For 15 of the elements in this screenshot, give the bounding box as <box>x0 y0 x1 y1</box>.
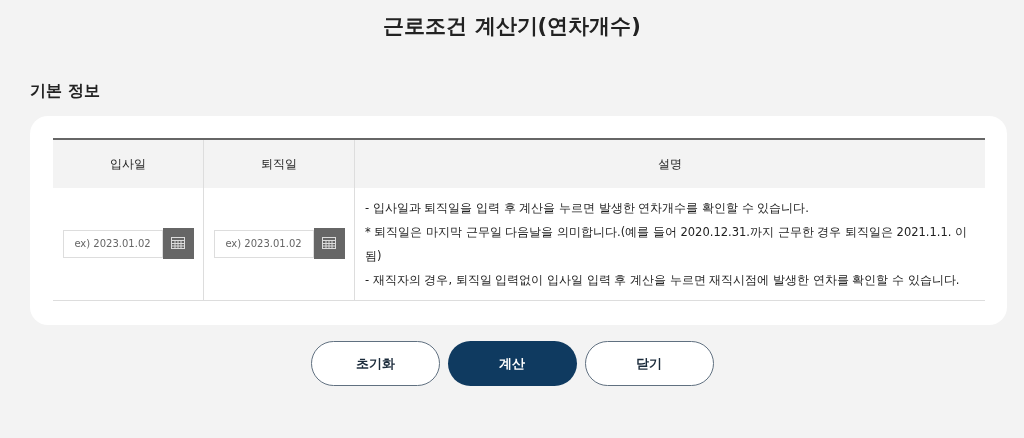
calendar-icon[interactable] <box>162 227 194 259</box>
description-text: - 재직자의 경우, 퇴직일 입력없이 입사일 입력 후 계산을 누르면 재직시점에 발생한 연차를 확인할 수 있습니다. <box>365 272 961 289</box>
date-input-field[interactable]: ex) 2023.01.02 <box>213 229 314 258</box>
column-header: 설명 <box>354 139 985 188</box>
action-button[interactable]: 닫기 <box>584 341 714 386</box>
calculate-button[interactable]: 계산 <box>447 341 577 386</box>
description-text: - 입사일과 퇴직일을 입력 후 계산을 누르면 발생한 연차개수를 확인할 수 있습니다. <box>365 200 811 217</box>
section-title: 기본 정보 <box>30 80 100 102</box>
column-header: 퇴직일 <box>203 139 355 188</box>
date-input-field[interactable]: ex) 2023.01.02 <box>62 229 163 258</box>
page-title: 근로조건 계산기(연차개수) <box>382 13 642 40</box>
calendar-icon[interactable] <box>313 227 345 259</box>
description-text: * 퇴직일은 마지막 근무일 다음날을 의미합니다.(예를 들어 2020.12.31.까지 근무한 경우 퇴직일은 2021.1.1. 이 됨) <box>365 224 969 265</box>
column-header: 입사일 <box>53 139 204 188</box>
action-button[interactable]: 초기화 <box>310 341 440 386</box>
